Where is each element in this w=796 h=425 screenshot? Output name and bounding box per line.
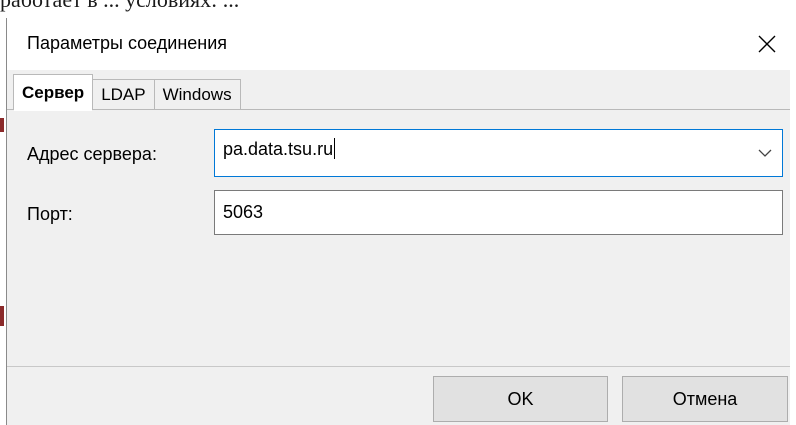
chevron-down-icon [758, 149, 772, 157]
tab-ldap[interactable]: LDAP [92, 79, 155, 110]
tab-strip: Сервер LDAP Windows [13, 74, 241, 111]
separator [7, 366, 790, 367]
tab-server[interactable]: Сервер [13, 74, 94, 111]
title-bar: Параметры соединения [7, 18, 790, 70]
server-address-dropdown-button[interactable] [748, 130, 782, 176]
port-label: Порт: [27, 204, 73, 224]
screen: работает в ... условиях: ... Параметры с… [0, 0, 796, 425]
ok-button[interactable]: OK [433, 376, 608, 422]
connection-settings-dialog: Параметры соединения Сервер LDAP Windows… [6, 18, 790, 425]
cancel-button[interactable]: Отмена [622, 376, 788, 422]
tab-windows[interactable]: Windows [153, 79, 241, 110]
port-value: 5063 [223, 202, 264, 222]
dialog-title: Параметры соединения [27, 33, 228, 53]
tab-panel-server: Адрес сервера: pa.data.tsu.ru Порт: 5063 [7, 109, 790, 367]
background-edge [0, 118, 4, 132]
background-edge [0, 306, 4, 326]
server-address-combobox[interactable]: pa.data.tsu.ru [214, 129, 783, 177]
background-document-text: работает в ... условиях: ... [0, 0, 796, 11]
text-caret [334, 138, 336, 159]
close-button[interactable] [744, 18, 790, 70]
server-address-value: pa.data.tsu.ru [223, 138, 336, 159]
port-field[interactable]: 5063 [214, 190, 783, 235]
close-icon [758, 35, 776, 53]
server-address-label: Адрес сервера: [27, 144, 157, 164]
